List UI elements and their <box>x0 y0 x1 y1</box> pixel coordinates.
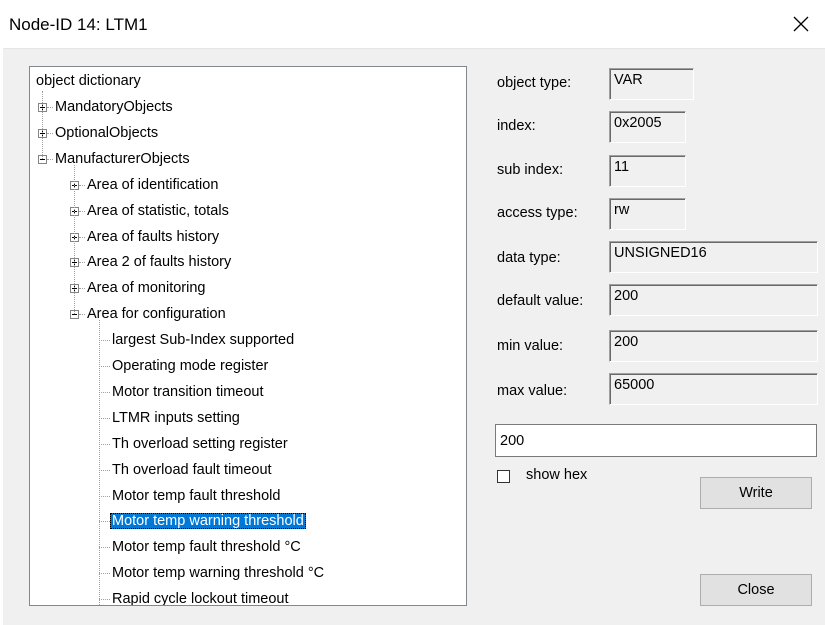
tree-item-label: Motor temp warning threshold <box>110 513 306 529</box>
tree-item-label: LTMR inputs setting <box>112 410 240 426</box>
tree-connector <box>99 418 110 419</box>
tree-item-label: Area of identification <box>87 177 219 193</box>
tree-item-label: MandatoryObjects <box>55 99 173 115</box>
tree-item[interactable]: OptionalObjects <box>53 121 160 145</box>
index-field: 0x2005 <box>609 111 686 143</box>
index-label: index: <box>497 118 536 134</box>
tree-item[interactable]: MandatoryObjects <box>53 95 175 119</box>
tree-item[interactable]: Area 2 of faults history <box>85 250 233 274</box>
tree-connector <box>99 444 110 445</box>
tree-item-label: Area of monitoring <box>87 280 206 296</box>
tree-item-label: largest Sub-Index supported <box>112 332 295 348</box>
title-bar: Node-ID 14: LTM1 <box>0 0 825 49</box>
access-type-label: access type: <box>497 205 578 221</box>
tree-item-label: Operating mode register <box>112 358 269 374</box>
default-value-label: default value: <box>497 293 584 309</box>
tree-root[interactable]: object dictionary <box>34 69 143 93</box>
tree-connector <box>99 547 110 548</box>
close-button[interactable]: Close <box>700 574 812 606</box>
window-title: Node-ID 14: LTM1 <box>9 15 148 34</box>
tree-item-label: Motor transition timeout <box>112 384 264 400</box>
tree-item-label: Area 2 of faults history <box>87 254 232 270</box>
tree-item[interactable]: Motor temp fault threshold °C <box>110 535 303 559</box>
max-value-label: max value: <box>497 383 568 399</box>
show-hex-label: show hex <box>526 467 588 483</box>
tree-item[interactable]: Area of identification <box>85 173 220 197</box>
tree-item[interactable]: Area of monitoring <box>85 276 207 300</box>
tree-item[interactable]: largest Sub-Index supported <box>110 328 296 352</box>
tree-item[interactable]: Area of faults history <box>85 225 221 249</box>
tree-item[interactable]: Operating mode register <box>110 354 270 378</box>
tree-connector <box>99 366 110 367</box>
tree-item-label: Th overload setting register <box>112 436 288 452</box>
tree-connector <box>99 599 110 600</box>
tree-item-label: Motor temp warning threshold °C <box>112 565 325 581</box>
data-type-field: UNSIGNED16 <box>609 241 818 273</box>
tree-item[interactable]: Th overload setting register <box>110 432 290 456</box>
object-dictionary-tree[interactable]: object dictionary MandatoryObjects Option… <box>29 66 467 606</box>
tree-item[interactable]: Th overload fault timeout <box>110 458 274 482</box>
object-type-field: VAR <box>609 68 694 100</box>
tree-connector <box>99 392 110 393</box>
access-type-field: rw <box>609 198 686 230</box>
tree-item-label: Motor temp fault threshold °C <box>112 539 301 555</box>
tree-item-label: OptionalObjects <box>55 125 159 141</box>
tree-item-label: Th overload fault timeout <box>112 462 272 478</box>
tree-connector <box>74 165 75 314</box>
tree-connector <box>42 91 43 159</box>
data-type-label: data type: <box>497 250 561 266</box>
window-edge <box>0 48 3 625</box>
tree-item[interactable]: Rapid cycle lockout timeout <box>110 587 291 606</box>
tree-connector <box>99 320 100 605</box>
default-value-field: 200 <box>609 284 818 316</box>
tree-item[interactable]: Area for configuration <box>85 302 228 326</box>
tree-item-label: Motor temp fault threshold <box>112 488 281 504</box>
sub-index-field: 11 <box>609 155 686 187</box>
show-hex-checkbox[interactable] <box>497 470 510 483</box>
tree-item-label: Area of statistic, totals <box>87 203 229 219</box>
dialog-window: Node-ID 14: LTM1 object dictionary Manda… <box>0 0 825 625</box>
tree-root-label: object dictionary <box>36 73 141 89</box>
value-input[interactable] <box>495 424 817 457</box>
tree-item-label: Area for configuration <box>87 306 226 322</box>
tree-connector <box>99 340 110 341</box>
tree-item-label: Rapid cycle lockout timeout <box>112 591 289 606</box>
close-icon[interactable] <box>777 0 825 48</box>
tree-connector <box>99 573 110 574</box>
sub-index-label: sub index: <box>497 162 564 178</box>
tree-item-selected[interactable]: Motor temp warning threshold <box>110 509 306 533</box>
min-value-label: min value: <box>497 338 564 354</box>
tree-item[interactable]: Motor temp warning threshold °C <box>110 561 326 585</box>
tree-item-label: Area of faults history <box>87 229 220 245</box>
tree-item[interactable]: Motor temp fault threshold <box>110 484 282 508</box>
min-value-field: 200 <box>609 330 818 362</box>
tree-connector <box>99 521 110 522</box>
tree-item[interactable]: LTMR inputs setting <box>110 406 242 430</box>
tree-connector <box>99 470 110 471</box>
tree-item[interactable]: Area of statistic, totals <box>85 199 231 223</box>
object-type-label: object type: <box>497 75 572 91</box>
write-button[interactable]: Write <box>700 477 812 509</box>
tree-connector <box>99 496 110 497</box>
tree-item[interactable]: Motor transition timeout <box>110 380 266 404</box>
max-value-field: 65000 <box>609 373 818 405</box>
